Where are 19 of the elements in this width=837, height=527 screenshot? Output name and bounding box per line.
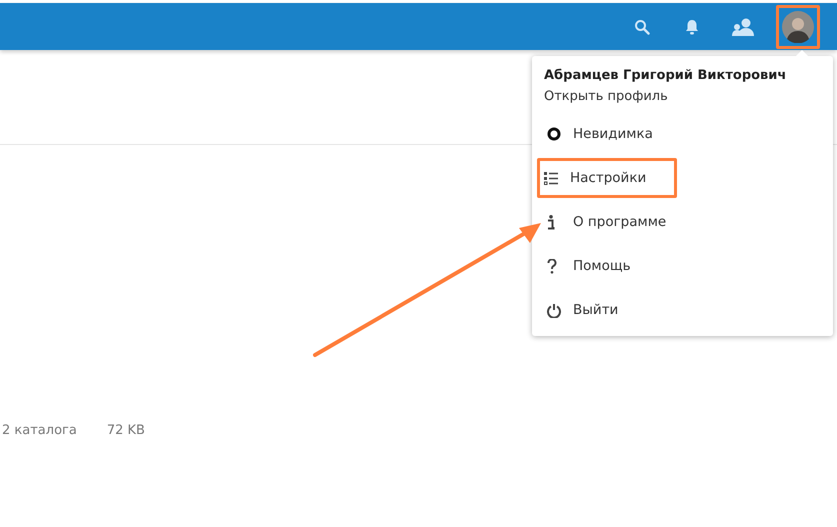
- avatar-icon: [782, 10, 814, 42]
- menu-item[interactable]: Выйти: [532, 290, 634, 330]
- circle-icon: [547, 127, 561, 141]
- menu-item[interactable]: О программе: [532, 202, 682, 242]
- menu-item[interactable]: Помощь: [532, 246, 646, 286]
- user-name: Абрамцев Григорий Викторович: [543, 68, 788, 83]
- folder-count: 2 каталога: [2, 423, 77, 438]
- avatar-button[interactable]: [776, 4, 820, 48]
- list-icon: [544, 172, 558, 184]
- contacts-icon: [732, 18, 754, 36]
- question-icon: [547, 258, 557, 274]
- menu-item[interactable]: Невидимка: [532, 114, 668, 154]
- search-icon: [634, 18, 650, 34]
- power-icon: [547, 302, 561, 318]
- info-icon: [547, 214, 555, 230]
- menu-item[interactable]: Настройки: [537, 158, 677, 198]
- profile-link[interactable]: Открыть профиль: [532, 83, 680, 110]
- total-size: 72 KB: [106, 423, 145, 438]
- bell-icon: [685, 18, 699, 34]
